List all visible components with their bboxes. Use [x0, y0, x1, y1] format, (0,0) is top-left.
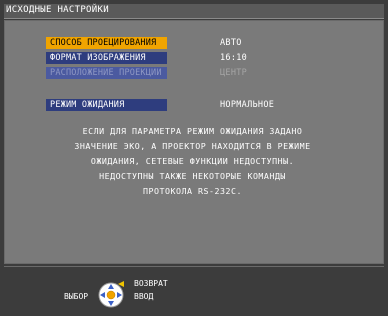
navigation-hints: ВЫБОР ВОЗВРАТ ВВОД: [4, 270, 384, 308]
select-hint: ВЫБОР: [64, 292, 89, 301]
notice-line: ПРОТОКОЛА RS-232C.: [143, 186, 242, 196]
aspect-ratio-label: ФОРМАТ ИЗОБРАЖЕНИЯ: [46, 52, 167, 64]
menu-title-bar: ИСХОДНЫЕ НАСТРОЙКИ: [4, 4, 384, 19]
notice-line: НЕДОСТУПНЫ ТАКЖЕ НЕКОТОРЫЕ КОМАНДЫ: [99, 171, 286, 181]
standby-mode-label: РЕЖИМ ОЖИДАНИЯ: [46, 99, 167, 111]
projection-method-label: СПОСОБ ПРОЕЦИРОВАНИЯ: [46, 37, 167, 49]
projector-osd-screen: ИСХОДНЫЕ НАСТРОЙКИ СПОСОБ ПРОЕЦИРОВАНИЯ …: [0, 0, 388, 316]
notice-line: ЗНАЧЕНИЕ ЭКО, А ПРОЕКТОР НАХОДИТСЯ В РЕЖ…: [74, 141, 311, 151]
notice-line: ОЖИДАНИЯ, СЕТЕВЫЕ ФУНКЦИИ НЕДОСТУПНЫ.: [90, 156, 295, 166]
menu-title: ИСХОДНЫЕ НАСТРОЙКИ: [6, 5, 109, 15]
directional-pad-icon: [98, 281, 124, 308]
menu-item-projection-position: РАСПОЛОЖЕНИЕ ПРОЕКЦИИ ЦЕНТР: [46, 67, 346, 79]
return-hint: ВОЗВРАТ: [134, 279, 168, 288]
projection-position-label: РАСПОЛОЖЕНИЕ ПРОЕКЦИИ: [46, 67, 167, 79]
footer-divider: [4, 266, 384, 267]
aspect-ratio-value: 16:10: [220, 53, 248, 63]
menu-item-projection-method[interactable]: СПОСОБ ПРОЕЦИРОВАНИЯ АВТО: [46, 37, 346, 49]
enter-hint: ВВОД: [134, 292, 154, 301]
notice-line: ЕСЛИ ДЛЯ ПАРАМЕТРА РЕЖИМ ОЖИДАНИЯ ЗАДАНО: [82, 126, 303, 136]
projection-position-value: ЦЕНТР: [220, 68, 248, 78]
projection-method-value: АВТО: [220, 38, 242, 48]
menu-item-standby-mode[interactable]: РЕЖИМ ОЖИДАНИЯ НОРМАЛЬНОЕ: [46, 99, 346, 111]
menu-item-aspect-ratio[interactable]: ФОРМАТ ИЗОБРАЖЕНИЯ 16:10: [46, 52, 346, 64]
standby-mode-value: НОРМАЛЬНОЕ: [220, 100, 275, 110]
standby-notice: ЕСЛИ ДЛЯ ПАРАМЕТРА РЕЖИМ ОЖИДАНИЯ ЗАДАНО…: [20, 124, 365, 199]
